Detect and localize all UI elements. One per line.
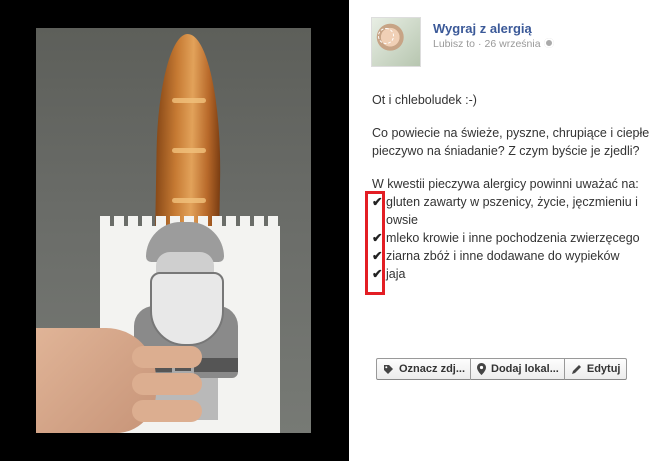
page-name-link[interactable]: Wygraj z alergią	[433, 21, 532, 36]
page-avatar[interactable]	[371, 17, 421, 67]
post-paragraph: Co powiecie na świeże, pyszne, chrupiące…	[372, 126, 650, 158]
list-item: ✔ ziarna zbóż i inne dodawane do wypieków	[372, 247, 654, 265]
add-location-button[interactable]: Dodaj lokal...	[471, 358, 565, 380]
finger	[132, 400, 202, 422]
dandelion-icon	[378, 28, 394, 44]
list-item-text: mleko krowie i inne pochodzenia zwierzęc…	[386, 231, 640, 245]
edit-label: Edytuj	[586, 363, 621, 375]
list-item: ✔ mleko krowie i inne pochodzenia zwierzę…	[372, 229, 654, 247]
meta-separator: ·	[478, 38, 482, 50]
finger	[132, 373, 202, 395]
post-meta: Lubisz to · 26 września	[433, 38, 554, 50]
post-text: Ot i chleboludek :-) Co powiecie na świe…	[372, 91, 654, 283]
baguette-score	[172, 98, 206, 103]
photo-actions: Oznacz zdj... Dodaj lokal... Edytuj	[376, 358, 627, 380]
post-photo[interactable]	[36, 28, 311, 433]
list-item: ✔ jaja	[372, 265, 654, 283]
post-info-panel: Wygraj z alergią Lubisz to · 26 września O…	[349, 0, 670, 461]
map-pin-icon	[477, 363, 487, 375]
photo-viewer	[0, 0, 349, 461]
baguette-score	[172, 198, 206, 203]
checkmark-highlight	[365, 191, 385, 295]
post-paragraph: Ot i chleboludek :-)	[372, 93, 477, 107]
edit-button[interactable]: Edytuj	[564, 358, 627, 380]
add-location-label: Dodaj lokal...	[491, 363, 559, 375]
globe-icon[interactable]	[543, 38, 554, 48]
list-intro: W kwestii pieczywa alergicy powinni uważ…	[372, 177, 639, 191]
post-date[interactable]: 26 września	[485, 38, 541, 50]
list-item-text: jaja	[386, 267, 406, 281]
finger	[132, 346, 202, 368]
list-item: ✔ gluten zawarty w pszenicy, życie, jęczm…	[372, 193, 654, 229]
tag-photo-button[interactable]: Oznacz zdj...	[376, 358, 472, 380]
baguette-score	[172, 148, 206, 153]
like-status[interactable]: Lubisz to	[433, 38, 475, 50]
gnome-beard	[150, 272, 224, 346]
list-item-text: gluten zawarty w pszenicy, życie, jęczmi…	[386, 195, 638, 227]
tag-photo-label: Oznacz zdj...	[399, 363, 466, 375]
allergen-list: ✔ gluten zawarty w pszenicy, życie, jęczm…	[372, 193, 654, 283]
list-item-text: ziarna zbóż i inne dodawane do wypieków	[386, 249, 620, 263]
tag-icon	[384, 364, 393, 374]
pencil-icon	[571, 364, 581, 374]
